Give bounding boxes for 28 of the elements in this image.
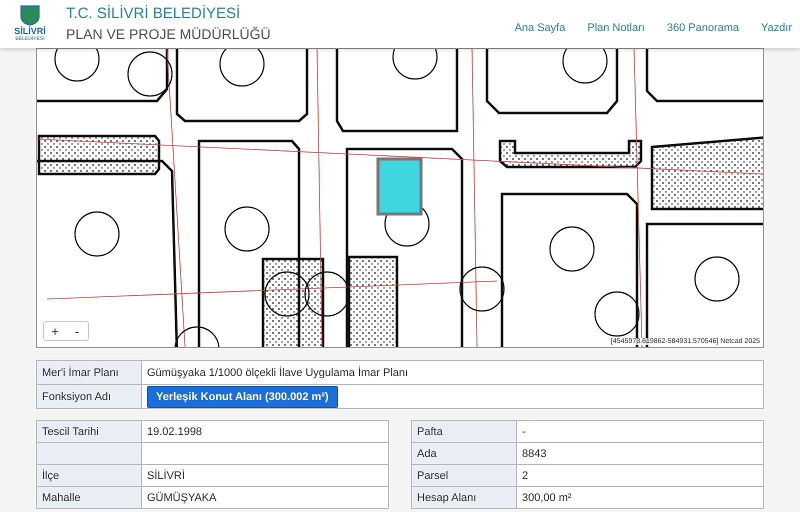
field-label: Hesap Alanı [412, 486, 516, 508]
field-value: 2 [516, 464, 764, 486]
field-label: Fonksiyon Adı [36, 384, 142, 408]
field-value: GÜMÜŞYAKA [142, 486, 388, 508]
field-label: Mer'i İmar Planı [36, 360, 142, 384]
emblem-icon [18, 4, 42, 26]
field-value: 300,00 m² [516, 486, 764, 508]
field-value: - [516, 420, 764, 442]
site-title: T.C. SİLİVRİ BELEDİYESİ [66, 6, 242, 22]
logo-text: SİLİVRİ [14, 26, 46, 36]
field-label: Tescil Tarihi [36, 420, 142, 442]
nav-link[interactable]: 360 Panorama [666, 22, 740, 34]
field-value: 8843 [516, 442, 764, 464]
field-label: Parsel [412, 464, 516, 486]
nav-link[interactable]: Ana Sayfa [514, 22, 566, 34]
field-label: İlçe [36, 464, 142, 486]
field-label: Mahalle [36, 486, 142, 508]
field-label: Pafta [412, 420, 516, 442]
field-value: SİLİVRİ [142, 464, 388, 486]
field-label: Ada [412, 442, 516, 464]
zoom-in-button[interactable]: + [44, 322, 66, 340]
zoom-out-button[interactable]: - [66, 322, 88, 340]
department-name: PLAN VE PROJE MÜDÜRLÜĞÜ [66, 26, 272, 42]
field-value: Gümüşyaka 1/1000 ölçekli İlave Uygulama İmar Planı [142, 360, 764, 384]
nav-link[interactable]: Yazdır [761, 22, 792, 34]
function-button[interactable]: Yerleşik Konut Alanı (300.002 m²) [147, 386, 338, 408]
field-value: 19.02.1998 [142, 420, 388, 442]
nav-link[interactable]: Plan Notları [587, 22, 645, 34]
